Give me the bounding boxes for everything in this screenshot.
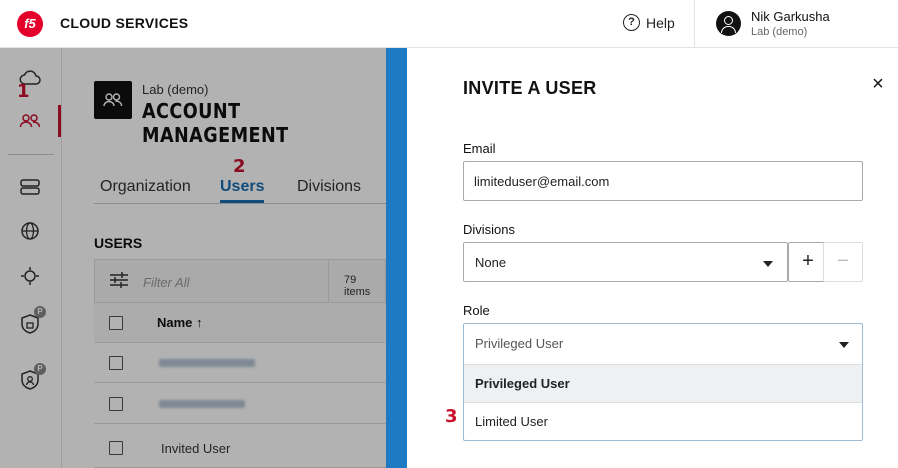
remove-division-button[interactable]: −: [823, 242, 863, 282]
brand-title: CLOUD SERVICES: [60, 15, 189, 31]
f5-logo-icon[interactable]: f5: [17, 11, 43, 37]
user-name[interactable]: Nik Garkusha: [751, 9, 830, 24]
divisions-value: None: [475, 255, 507, 270]
close-icon[interactable]: ×: [869, 74, 887, 94]
role-label: Role: [463, 303, 490, 318]
role-option-limited-user[interactable]: Limited User: [464, 402, 862, 440]
header-divider: [694, 0, 695, 48]
chevron-down-icon: [763, 261, 773, 267]
role-selected-value: Privileged User: [475, 336, 564, 351]
invite-user-drawer: INVITE A USER × Email Divisions None + −…: [407, 48, 898, 468]
divisions-label: Divisions: [463, 222, 516, 237]
question-circle-icon: ?: [623, 14, 640, 31]
role-dropdown: Privileged User Privileged User Limited …: [463, 323, 863, 441]
modal-backdrop[interactable]: [0, 48, 386, 468]
drawer-title: INVITE A USER: [463, 78, 597, 98]
chevron-down-icon: [839, 342, 849, 348]
role-option-label: Privileged User: [475, 376, 570, 391]
step-3-annotation: 3: [445, 406, 458, 427]
add-division-button[interactable]: +: [788, 242, 828, 282]
email-field[interactable]: [463, 161, 863, 201]
role-option-privileged-user[interactable]: Privileged User: [464, 364, 862, 402]
role-option-label: Limited User: [475, 414, 548, 429]
top-header: f5 CLOUD SERVICES ? Help Nik Garkusha La…: [0, 0, 898, 48]
user-org: Lab (demo): [751, 26, 808, 38]
help-link[interactable]: ? Help: [623, 14, 675, 31]
user-avatar-icon[interactable]: [716, 11, 741, 36]
email-label: Email: [463, 141, 496, 156]
help-label: Help: [646, 14, 675, 31]
divisions-select[interactable]: None: [463, 242, 788, 282]
drawer-accent-edge: [386, 48, 407, 468]
role-select[interactable]: Privileged User: [464, 324, 862, 364]
